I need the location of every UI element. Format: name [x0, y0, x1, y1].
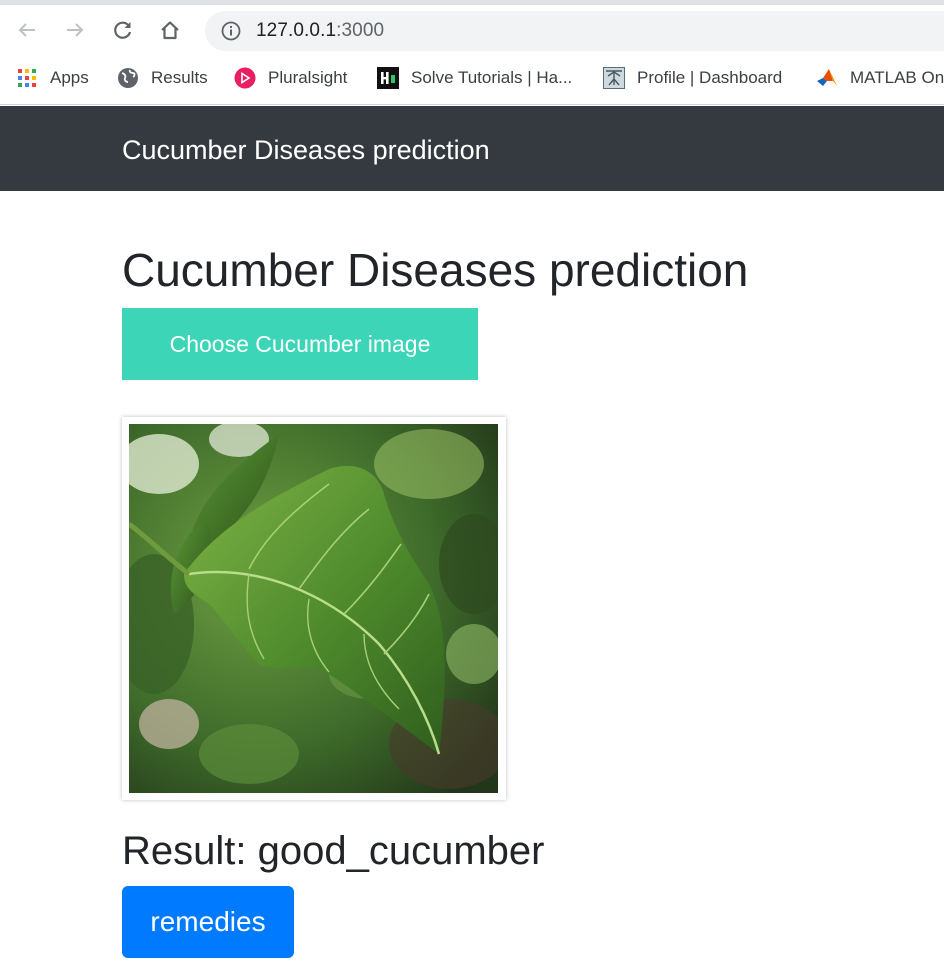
forward-button[interactable]	[60, 15, 90, 45]
bookmark-pluralsight[interactable]: Pluralsight	[234, 67, 347, 89]
bookmark-label: Pluralsight	[268, 68, 348, 87]
home-icon	[161, 21, 179, 40]
hackerrank-icon	[377, 67, 399, 89]
info-icon[interactable]	[221, 21, 241, 41]
bookmark-hackerrank[interactable]: Solve Tutorials | Ha...	[377, 67, 572, 89]
choose-image-button[interactable]: Choose Cucumber image	[122, 308, 478, 380]
bookmark-profile[interactable]: Profile | Dashboard	[603, 67, 782, 89]
prediction-result: Result: good_cucumber	[122, 829, 545, 873]
leaf-photo	[129, 424, 498, 793]
reload-button[interactable]	[108, 15, 138, 45]
bookmark-label: Results	[151, 68, 208, 87]
back-arrow-icon	[18, 23, 35, 37]
bookmark-label: Profile | Dashboard	[637, 68, 783, 87]
bookmark-label: MATLAB On	[850, 68, 944, 87]
back-button[interactable]	[12, 15, 42, 45]
globe-icon	[117, 67, 139, 89]
forward-arrow-icon	[67, 23, 84, 37]
address-bar[interactable]: 127.0.0.1:3000	[205, 11, 944, 51]
bookmark-label: Solve Tutorials | Ha...	[411, 68, 573, 87]
page-title: Cucumber Diseases prediction	[122, 244, 749, 296]
navbar-brand[interactable]: Cucumber Diseases prediction	[122, 134, 490, 166]
matlab-icon	[816, 67, 838, 89]
browser-toolbar: 127.0.0.1:3000	[0, 5, 944, 57]
url-host: 127.0.0.1	[256, 20, 337, 41]
uploaded-image-thumbnail	[122, 417, 506, 800]
apps-grid-icon	[16, 67, 38, 89]
bookmark-apps[interactable]: Apps	[16, 67, 89, 89]
reload-icon	[114, 21, 132, 39]
home-button[interactable]	[155, 15, 185, 45]
url-port: :3000	[336, 20, 385, 41]
top-navbar: Cucumber Diseases prediction	[0, 106, 944, 191]
url-text[interactable]: 127.0.0.1:3000	[256, 21, 384, 41]
bookmark-matlab[interactable]: MATLAB On	[816, 67, 944, 89]
profile-icon	[603, 67, 625, 89]
bookmarks-bar: Apps Results Pluralsight Solve Tutorials…	[0, 57, 944, 105]
bookmark-results[interactable]: Results	[117, 67, 208, 89]
bookmark-label: Apps	[50, 68, 89, 87]
remedies-button[interactable]: remedies	[122, 886, 294, 958]
pluralsight-icon	[234, 67, 256, 89]
